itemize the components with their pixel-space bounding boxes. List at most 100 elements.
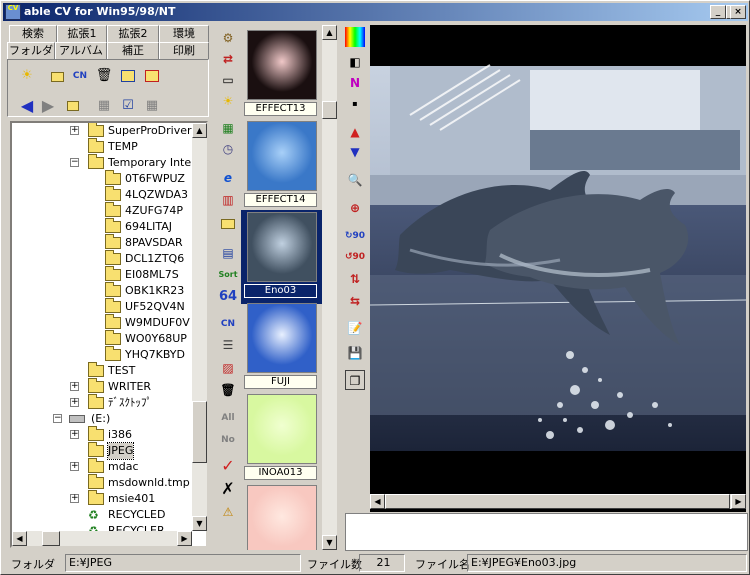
tab-print[interactable]: 印刷 [159,42,209,59]
zoom-icon[interactable]: 🔍 [345,170,365,190]
save-icon[interactable]: 💾 [345,343,365,363]
tree-expander[interactable]: + [70,430,79,439]
back-arrow-icon[interactable]: ◀ [17,96,37,116]
tree-item[interactable]: 4ZUFG74P [12,202,194,219]
tree-item[interactable]: DCL1ZTQ6 [12,250,194,267]
rotate-90-icon[interactable]: ↻90 [345,226,365,246]
tree-item[interactable]: − Temporary Internet [12,154,206,171]
folders-icon[interactable] [63,96,83,116]
base64-icon[interactable]: 64 [218,287,238,307]
color-small-icon[interactable]: ▪ [345,94,365,114]
title-bar[interactable]: CV able CV for Win95/98/NT _ □ × [3,3,748,21]
thumbnail-item[interactable]: EFFECT13 [241,28,324,122]
tree-item[interactable]: − (E:) [12,411,194,427]
tree-item[interactable]: msdownld.tmp [12,474,194,491]
preview-hscroll-thumb[interactable] [385,494,730,509]
tab-ext2[interactable]: 拡張2 [107,25,159,42]
tree-item[interactable]: + WRITER [12,378,194,395]
tree-item[interactable]: 4LQZWDA3 [12,186,194,203]
ie-icon[interactable]: e [218,168,238,188]
tab-ext1[interactable]: 拡張1 [57,25,107,42]
bar-chart-icon[interactable]: ▥ [218,190,238,210]
flip-down-icon[interactable]: ▼ [345,142,365,162]
tab-album[interactable]: アルバム [55,42,107,59]
tree-expander[interactable]: + [70,126,79,135]
tree-scroll-thumb[interactable] [192,401,207,463]
negative-icon[interactable]: N [345,73,365,93]
tree-item[interactable]: TEST [12,362,194,379]
tree-item[interactable]: ♻ RECYCLED [12,507,194,523]
warning-icon[interactable]: ⚠ [218,502,238,522]
tree-hscrollbar[interactable]: ◀ ▶ [12,531,192,546]
thumbnail-item[interactable]: FUJI [241,301,324,395]
rotate-minus90-icon[interactable]: ↺90 [345,247,365,267]
thumb-scroll-down[interactable]: ▼ [322,535,337,550]
tree-item[interactable]: 0T6FWPUZ [12,170,194,187]
sun-small-icon[interactable]: ☀ [218,91,238,111]
tree-scroll-down[interactable]: ▼ [192,516,207,531]
tree-item[interactable]: EI08ML7S [12,266,194,283]
tree-item[interactable]: UF52QV4N [12,298,194,315]
tree-expander[interactable]: − [53,414,62,423]
tree-item[interactable]: OBK1KR23 [12,282,194,299]
tree-scroll-right[interactable]: ▶ [177,531,192,546]
thumb-vscrollbar[interactable]: ▲ ▼ [322,25,337,550]
flip-horizontal-icon[interactable]: ⇆ [345,291,365,311]
tree-scroll-up[interactable]: ▲ [192,123,207,138]
new-folder-icon[interactable] [48,66,68,86]
preview-scroll-left[interactable]: ◀ [370,494,385,509]
tree-item[interactable]: + msie401 [12,490,194,507]
cn-small-icon[interactable]: CN [218,314,238,334]
black-white-icon[interactable]: ◧ [345,52,365,72]
trash-icon[interactable]: 🗑 [94,66,114,86]
open-folder-icon[interactable] [218,214,238,234]
thumbnail-item[interactable]: INOA013 [241,392,324,486]
checklist-icon[interactable]: ☑ [118,96,138,116]
grid-thumb-icon[interactable]: ▦ [218,118,238,138]
check-icon[interactable]: ✓ [218,456,238,476]
app-icon[interactable]: CV [5,4,21,20]
tree-item[interactable]: WO0Y68UP [12,330,194,347]
flip-vertical-icon[interactable]: ⇅ [345,269,365,289]
window-icon[interactable]: ▭ [218,70,238,90]
disk-icon[interactable]: ▦ [94,96,114,116]
thumb-scroll-up[interactable]: ▲ [322,25,337,40]
image-preview[interactable] [370,25,746,512]
album-icon[interactable]: ▤ [218,243,238,263]
cross-icon[interactable]: ✗ [218,479,238,499]
sort-icon[interactable]: Sort [218,265,238,285]
zoom-fit-icon[interactable]: ⊕ [345,198,365,218]
tree-item[interactable]: JPEG [12,442,194,460]
thumb-scroll-thumb[interactable] [322,101,337,119]
flip-up-icon[interactable]: ▲ [345,122,365,142]
sun-icon[interactable]: ☀ [17,66,37,86]
edit-doc-icon[interactable]: 📝 [345,318,365,338]
tree-item[interactable]: + i386 [12,426,194,443]
windows-red-icon[interactable] [142,66,162,86]
thumbnail-list[interactable]: EFFECT13 EFFECT14 Eno03 FUJI INOA013 [241,25,324,550]
minimize-button[interactable]: _ [710,5,726,19]
tab-folder[interactable]: フォルダ [7,42,55,59]
tab-correction[interactable]: 補正 [107,42,159,59]
thumbnail-item[interactable] [241,483,324,550]
forward-arrow-icon[interactable]: ▶ [38,96,58,116]
trash-small-icon[interactable]: 🗑 [218,380,238,400]
tree-expander[interactable]: + [70,398,79,407]
list-icon[interactable]: ☰ [218,335,238,355]
tree-item[interactable]: W9MDUF0V [12,314,194,331]
tree-vscrollbar[interactable]: ▲ ▼ [192,123,207,531]
no-icon[interactable]: No [218,430,238,450]
cn-icon[interactable]: CN [70,66,90,86]
grid-icon[interactable]: ▦ [142,96,162,116]
tree-hscroll-thumb[interactable] [42,531,60,546]
tools-icon[interactable]: ⚙ [218,28,238,48]
preview-scroll-right[interactable]: ▶ [731,494,746,509]
tree-item[interactable]: TEMP [12,138,194,155]
close-button[interactable]: × [730,5,746,19]
tab-env[interactable]: 環境 [159,25,209,42]
thumbnail-item[interactable]: EFFECT14 [241,119,324,213]
thumbnail-item[interactable]: Eno03 [241,210,324,304]
tree-item[interactable]: + SuperProDriver [12,123,194,139]
windows-icon[interactable] [118,66,138,86]
doc-delete-icon[interactable]: ▨ [218,358,238,378]
